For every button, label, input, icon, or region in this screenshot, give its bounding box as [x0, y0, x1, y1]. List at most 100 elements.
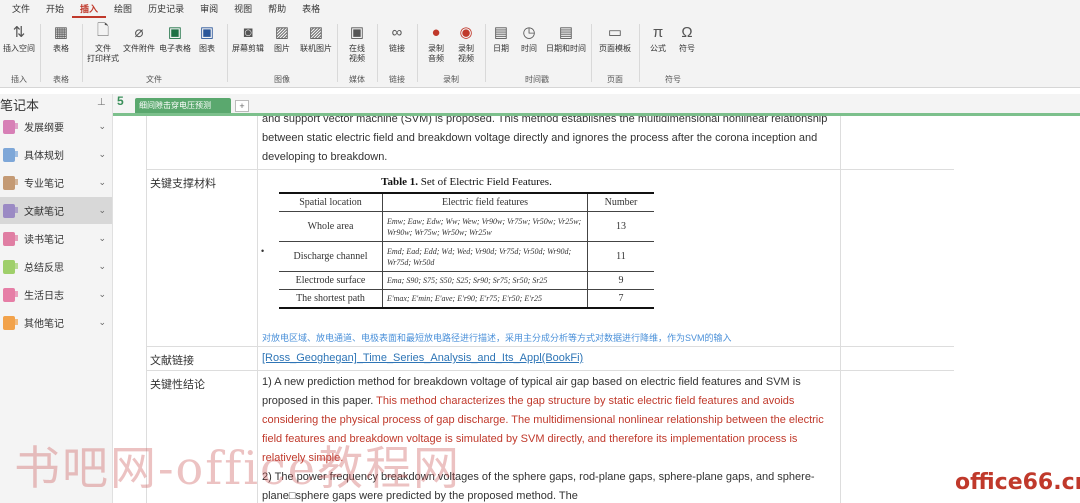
menu-help[interactable]: 帮助: [260, 0, 294, 18]
table-caption: Table 1. Set of Electric Field Features.: [381, 176, 552, 188]
omega-icon: Ω: [681, 23, 693, 41]
record-video-button[interactable]: ◉ 录制 视频: [449, 22, 483, 64]
ribbon-separator: [377, 24, 378, 82]
watermark-logo: office66.cn: [955, 470, 1080, 495]
screenshot-button[interactable]: ◙ 屏幕剪辑: [231, 22, 265, 54]
pi-icon: π: [652, 23, 664, 41]
diagram-button[interactable]: ▣ 图表: [190, 22, 224, 54]
table-border: [146, 169, 954, 170]
section-item-selected[interactable]: 文献笔记 ⌄: [0, 197, 112, 224]
features-table: Spatial location Electric field features…: [279, 192, 654, 309]
spreadsheet-button[interactable]: ▣ 电子表格: [158, 22, 192, 54]
pin-icon[interactable]: ⊥: [97, 97, 106, 108]
ribbon-separator: [227, 24, 228, 82]
section-item[interactable]: 专业笔记 ⌄: [0, 169, 112, 196]
chevron-down-icon[interactable]: ⌄: [98, 261, 106, 272]
page-template-icon: ▭: [607, 24, 623, 41]
record-audio-button[interactable]: ● 录制 音频: [419, 22, 453, 64]
table-row: Discharge channel Emd; Ead; Edd; Wd; Wed…: [279, 242, 654, 272]
table-border: [840, 116, 841, 503]
link-icon: ∞: [391, 23, 403, 41]
group-record: ● 录制 音频 ◉ 录制 视频 录制: [419, 18, 483, 88]
material-note[interactable]: 对放电区域、放电通道、电极表面和最短放电路径进行描述，采用主分成分析等方式对数据…: [262, 331, 732, 344]
page-template-button[interactable]: ▭ 页面模板: [598, 22, 632, 54]
row-label-link: 文献链接: [150, 355, 194, 367]
section-item[interactable]: 总结反思 ⌄: [0, 253, 112, 280]
section-color-icon: [3, 259, 18, 274]
menu-review[interactable]: 审阅: [192, 0, 226, 18]
datetime-button[interactable]: ▤ 日期和时间: [546, 22, 586, 54]
watermark: 书吧网-office教程网: [14, 441, 461, 495]
menu-table[interactable]: 表格: [294, 0, 328, 18]
menu-history[interactable]: 历史记录: [140, 0, 192, 18]
video-camera-icon: ◉: [459, 24, 473, 41]
link-button[interactable]: ∞ 链接: [380, 22, 414, 54]
add-page-button[interactable]: +: [235, 100, 249, 112]
visio-icon: ▣: [199, 24, 215, 41]
file-printout-button[interactable]: 🗋 文件 打印样式: [86, 22, 120, 64]
online-picture-button[interactable]: ▨ 联机图片: [299, 22, 333, 54]
clock-icon: ◷: [522, 24, 536, 41]
ribbon-separator: [82, 24, 83, 82]
section-item[interactable]: 发展纲要 ⌄: [0, 113, 112, 140]
insert-space-button[interactable]: ⇅ 插入空间: [2, 22, 36, 54]
group-symbol: π 公式 Ω 符号 符号: [641, 18, 705, 88]
picture-button[interactable]: ▨ 图片: [265, 22, 299, 54]
menu-insert[interactable]: 插入: [72, 0, 107, 18]
ribbon: ⇅ 插入空间 插入 ▦ 表格 表格 🗋 文件 打印样式 ⌀ 文件附件 ▣ 电子表…: [0, 18, 1080, 88]
chevron-down-icon[interactable]: ⌄: [98, 289, 106, 300]
chevron-down-icon[interactable]: ⌄: [98, 149, 106, 160]
section-item[interactable]: 生活日志 ⌄: [0, 281, 112, 308]
chevron-down-icon[interactable]: ⌄: [98, 205, 106, 216]
row-label-material: 关键支撑材料: [150, 178, 216, 190]
group-link: ∞ 链接 链接: [379, 18, 415, 88]
file-icon: 🗋: [96, 21, 110, 39]
table-button[interactable]: ▦ 表格: [44, 22, 78, 54]
group-insert: ⇅ 插入空间 插入: [2, 22, 36, 84]
ribbon-separator: [40, 24, 41, 82]
section-color-icon: [3, 175, 18, 190]
chevron-down-icon[interactable]: ⌄: [98, 121, 106, 132]
microphone-icon: ●: [431, 23, 441, 41]
ribbon-separator: [591, 24, 592, 82]
table-border: [146, 370, 954, 371]
time-button[interactable]: ◷ 时间: [512, 22, 546, 54]
section-item[interactable]: 其他笔记 ⌄: [0, 309, 112, 336]
insert-space-icon: ⇅: [12, 24, 26, 41]
intro-paragraph[interactable]: and support vector machine (SVM) is prop…: [262, 116, 837, 167]
page-tab[interactable]: 细间隙击穿电压预测: [135, 98, 231, 113]
menu-file[interactable]: 文件: [4, 0, 38, 18]
page-number: 5: [117, 94, 124, 108]
ribbon-separator: [417, 24, 418, 82]
menu-draw[interactable]: 绘图: [106, 0, 140, 18]
picture-icon: ▨: [274, 24, 290, 41]
menu-bar: 文件 开始 插入 绘图 历史记录 审阅 视图 帮助 表格: [0, 0, 1080, 18]
symbol-button[interactable]: Ω 符号: [670, 22, 704, 54]
notebook-title[interactable]: 笔记本: [0, 95, 39, 114]
paperclip-icon: ⌀: [134, 24, 144, 41]
chevron-down-icon[interactable]: ⌄: [98, 317, 106, 328]
reference-link[interactable]: [Ross_Geoghegan]_Time_Series_Analysis_an…: [262, 352, 583, 364]
table-row: The shortest path E'max; E'min; E'ave; E…: [279, 290, 654, 307]
menu-home[interactable]: 开始: [38, 0, 72, 18]
table-row: Electrode surface Ema; S90; S75; S50; S2…: [279, 272, 654, 290]
group-table: ▦ 表格 表格: [42, 18, 80, 88]
online-video-button[interactable]: ▣ 在线 视频: [340, 22, 374, 64]
group-timestamp: ▤ 日期 ◷ 时间 ▤ 日期和时间 时间戳: [487, 18, 587, 88]
group-page: ▭ 页面模板 页面: [598, 22, 632, 84]
table-row: Whole area Emw; Eaw; Edw; Ww; Wew; Vr90w…: [279, 212, 654, 242]
section-color-icon: [3, 287, 18, 302]
section-color-icon: [3, 315, 18, 330]
chevron-down-icon[interactable]: ⌄: [98, 233, 106, 244]
section-item[interactable]: 读书笔记 ⌄: [0, 225, 112, 252]
section-item[interactable]: 具体规划 ⌄: [0, 141, 112, 168]
calendar-clock-icon: ▤: [558, 24, 574, 41]
row-label-conclusion: 关键性结论: [150, 379, 205, 391]
menu-view[interactable]: 视图: [226, 0, 260, 18]
chevron-down-icon[interactable]: ⌄: [98, 177, 106, 188]
section-color-icon: [3, 119, 18, 134]
page-tab-strip: 5 细间隙击穿电压预测 +: [113, 94, 1080, 114]
table-header-row: Spatial location Electric field features…: [279, 194, 654, 212]
file-attachment-button[interactable]: ⌀ 文件附件: [122, 22, 156, 54]
section-color-icon: [3, 203, 18, 218]
